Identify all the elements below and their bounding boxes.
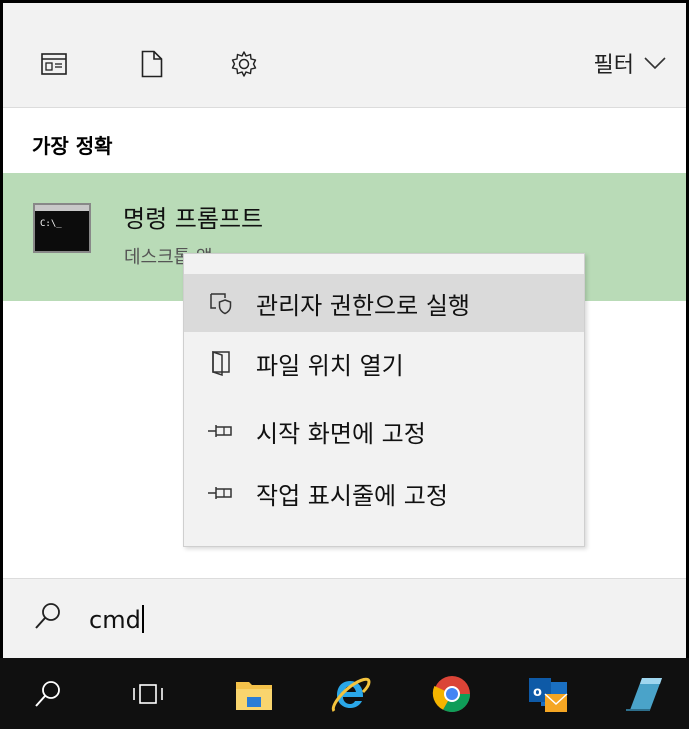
app-name: 명령 프롬프트 (123, 205, 264, 233)
search-icon[interactable] (24, 670, 72, 718)
filter-dropdown[interactable]: 필터 (594, 47, 666, 79)
gear-icon[interactable] (229, 49, 259, 79)
chrome-icon[interactable] (428, 670, 476, 718)
file-icon[interactable] (137, 49, 167, 79)
pin-icon (206, 485, 236, 501)
svg-text:o: o (533, 685, 542, 700)
search-toolbar: 필터 (3, 3, 686, 108)
notes-icon[interactable] (620, 670, 668, 718)
shield-run-icon (206, 291, 236, 315)
taskbar: o (0, 658, 689, 729)
document-view-icon[interactable] (39, 49, 69, 79)
context-menu: 관리자 권한으로 실행 파일 위치 열기 시작 화면에 고정 작업 표시줄에 고… (183, 253, 585, 547)
search-input[interactable]: cmd (89, 605, 144, 634)
search-box[interactable]: cmd (3, 578, 686, 659)
menu-item-open-file-location[interactable]: 파일 위치 열기 (184, 334, 584, 392)
internet-explorer-icon[interactable] (326, 670, 374, 718)
filter-label: 필터 (593, 53, 634, 78)
command-prompt-icon: C:\_ (33, 203, 91, 253)
icon-prompt-text: C:\_ (40, 219, 62, 229)
menu-item-label: 관리자 권한으로 실행 (256, 291, 470, 320)
menu-item-label: 작업 표시줄에 고정 (256, 481, 448, 510)
chevron-down-icon (644, 57, 666, 70)
file-explorer-icon[interactable] (230, 670, 278, 718)
outlook-icon[interactable]: o (524, 670, 572, 718)
menu-item-pin-to-taskbar[interactable]: 작업 표시줄에 고정 (184, 464, 584, 522)
search-input-value: cmd (89, 606, 141, 634)
folder-open-icon (206, 350, 236, 376)
menu-item-label: 파일 위치 열기 (256, 351, 404, 380)
search-icon (33, 601, 63, 635)
pin-icon (206, 423, 236, 439)
text-caret (141, 605, 144, 633)
task-view-icon[interactable] (124, 670, 172, 718)
menu-item-run-as-admin[interactable]: 관리자 권한으로 실행 (184, 274, 584, 332)
menu-item-pin-to-start[interactable]: 시작 화면에 고정 (184, 402, 584, 460)
section-title: 가장 정확 (32, 134, 113, 158)
menu-item-label: 시작 화면에 고정 (256, 419, 426, 448)
